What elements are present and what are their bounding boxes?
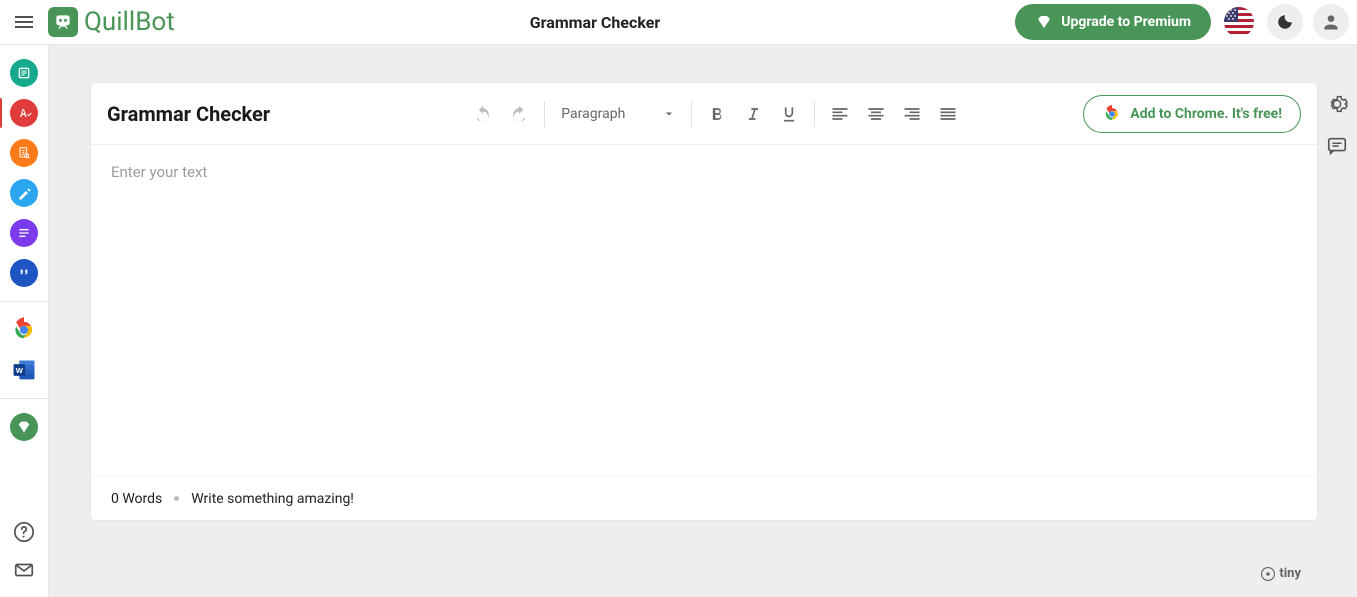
settings-button[interactable]	[1322, 89, 1352, 119]
align-right-icon	[902, 104, 922, 124]
footer-message: Write something amazing!	[191, 491, 354, 507]
bold-button[interactable]	[702, 99, 732, 129]
upgrade-premium-label: Upgrade to Premium	[1061, 14, 1191, 30]
feedback-button[interactable]	[13, 559, 35, 585]
align-left-button[interactable]	[825, 99, 855, 129]
help-button[interactable]	[13, 521, 35, 547]
align-right-button[interactable]	[897, 99, 927, 129]
sidebar-item-premium[interactable]	[10, 413, 38, 441]
gear-icon	[1326, 93, 1348, 115]
word-count: 0 Words	[111, 491, 162, 507]
align-center-button[interactable]	[861, 99, 891, 129]
comments-button[interactable]	[1322, 131, 1352, 161]
align-justify-button[interactable]	[933, 99, 963, 129]
undo-icon	[473, 104, 493, 124]
redo-icon	[509, 104, 529, 124]
app-body: W Grammar Checker	[0, 45, 1357, 597]
hamburger-icon	[12, 10, 36, 34]
bold-icon	[707, 104, 727, 124]
sidebar-item-citation-generator[interactable]	[10, 259, 38, 287]
menu-button[interactable]	[4, 2, 44, 42]
header-actions: Upgrade to Premium	[1015, 4, 1349, 40]
brand-name: QuillBot	[84, 7, 175, 37]
redo-button[interactable]	[504, 99, 534, 129]
co-writer-icon	[16, 185, 32, 201]
sidebar-item-summarizer[interactable]	[10, 219, 38, 247]
sidebar-item-word-addin[interactable]: W	[10, 356, 38, 384]
language-flag-button[interactable]	[1221, 4, 1257, 40]
align-center-icon	[866, 104, 886, 124]
comment-icon	[1326, 135, 1348, 157]
add-to-chrome-label: Add to Chrome. It's free!	[1130, 106, 1282, 122]
main-area: Grammar Checker Paragraph	[49, 45, 1317, 597]
chevron-down-icon	[663, 108, 675, 120]
summarizer-icon	[16, 225, 32, 241]
tiny-label: tiny	[1279, 566, 1301, 581]
italic-icon	[743, 104, 763, 124]
account-button[interactable]	[1313, 4, 1349, 40]
paragraph-style-label: Paragraph	[561, 106, 625, 122]
tiny-attribution[interactable]: tiny	[1261, 566, 1301, 581]
svg-text:W: W	[16, 366, 24, 375]
italic-button[interactable]	[738, 99, 768, 129]
page-title: Grammar Checker	[175, 13, 1016, 32]
editor-toolbar: Grammar Checker Paragraph	[91, 83, 1317, 145]
separator-dot	[174, 496, 179, 501]
sidebar-item-paraphraser[interactable]	[10, 59, 38, 87]
add-to-chrome-button[interactable]: Add to Chrome. It's free!	[1083, 95, 1301, 133]
chrome-icon	[1102, 104, 1122, 124]
diamond-icon	[16, 419, 32, 435]
theme-toggle-button[interactable]	[1267, 4, 1303, 40]
citation-generator-icon	[16, 265, 32, 281]
editor-placeholder: Enter your text	[111, 163, 207, 181]
grammar-checker-icon	[16, 105, 32, 121]
text-editor[interactable]: Enter your text	[91, 145, 1317, 476]
paraphraser-icon	[16, 65, 32, 81]
ms-word-icon: W	[10, 356, 38, 384]
underline-button[interactable]	[774, 99, 804, 129]
tiny-logo-icon	[1261, 567, 1275, 581]
sidebar-item-co-writer[interactable]	[10, 179, 38, 207]
editor-footer: 0 Words Write something amazing!	[91, 476, 1317, 520]
undo-button[interactable]	[468, 99, 498, 129]
underline-icon	[779, 104, 799, 124]
help-circle-icon	[13, 521, 35, 543]
sidebar-item-plagiarism-checker[interactable]	[10, 139, 38, 167]
diamond-icon	[1035, 13, 1053, 31]
paragraph-style-select[interactable]: Paragraph	[555, 106, 681, 122]
app-header: QuillBot Grammar Checker Upgrade to Prem…	[0, 0, 1357, 45]
person-icon	[1321, 12, 1341, 32]
left-sidebar: W	[0, 45, 49, 597]
align-left-icon	[830, 104, 850, 124]
moon-icon	[1276, 13, 1294, 31]
us-flag-icon	[1224, 7, 1254, 37]
sidebar-item-grammar-checker[interactable]	[10, 99, 38, 127]
align-justify-icon	[938, 104, 958, 124]
chrome-icon	[10, 316, 38, 344]
plagiarism-checker-icon	[16, 145, 32, 161]
editor-card: Grammar Checker Paragraph	[91, 83, 1317, 520]
editor-title: Grammar Checker	[107, 102, 270, 126]
brand-mark-icon	[48, 7, 78, 37]
upgrade-premium-button[interactable]: Upgrade to Premium	[1015, 4, 1211, 40]
right-sidebar	[1317, 45, 1357, 597]
sidebar-item-chrome-extension[interactable]	[10, 316, 38, 344]
mail-icon	[13, 559, 35, 581]
brand-logo[interactable]: QuillBot	[48, 7, 175, 37]
